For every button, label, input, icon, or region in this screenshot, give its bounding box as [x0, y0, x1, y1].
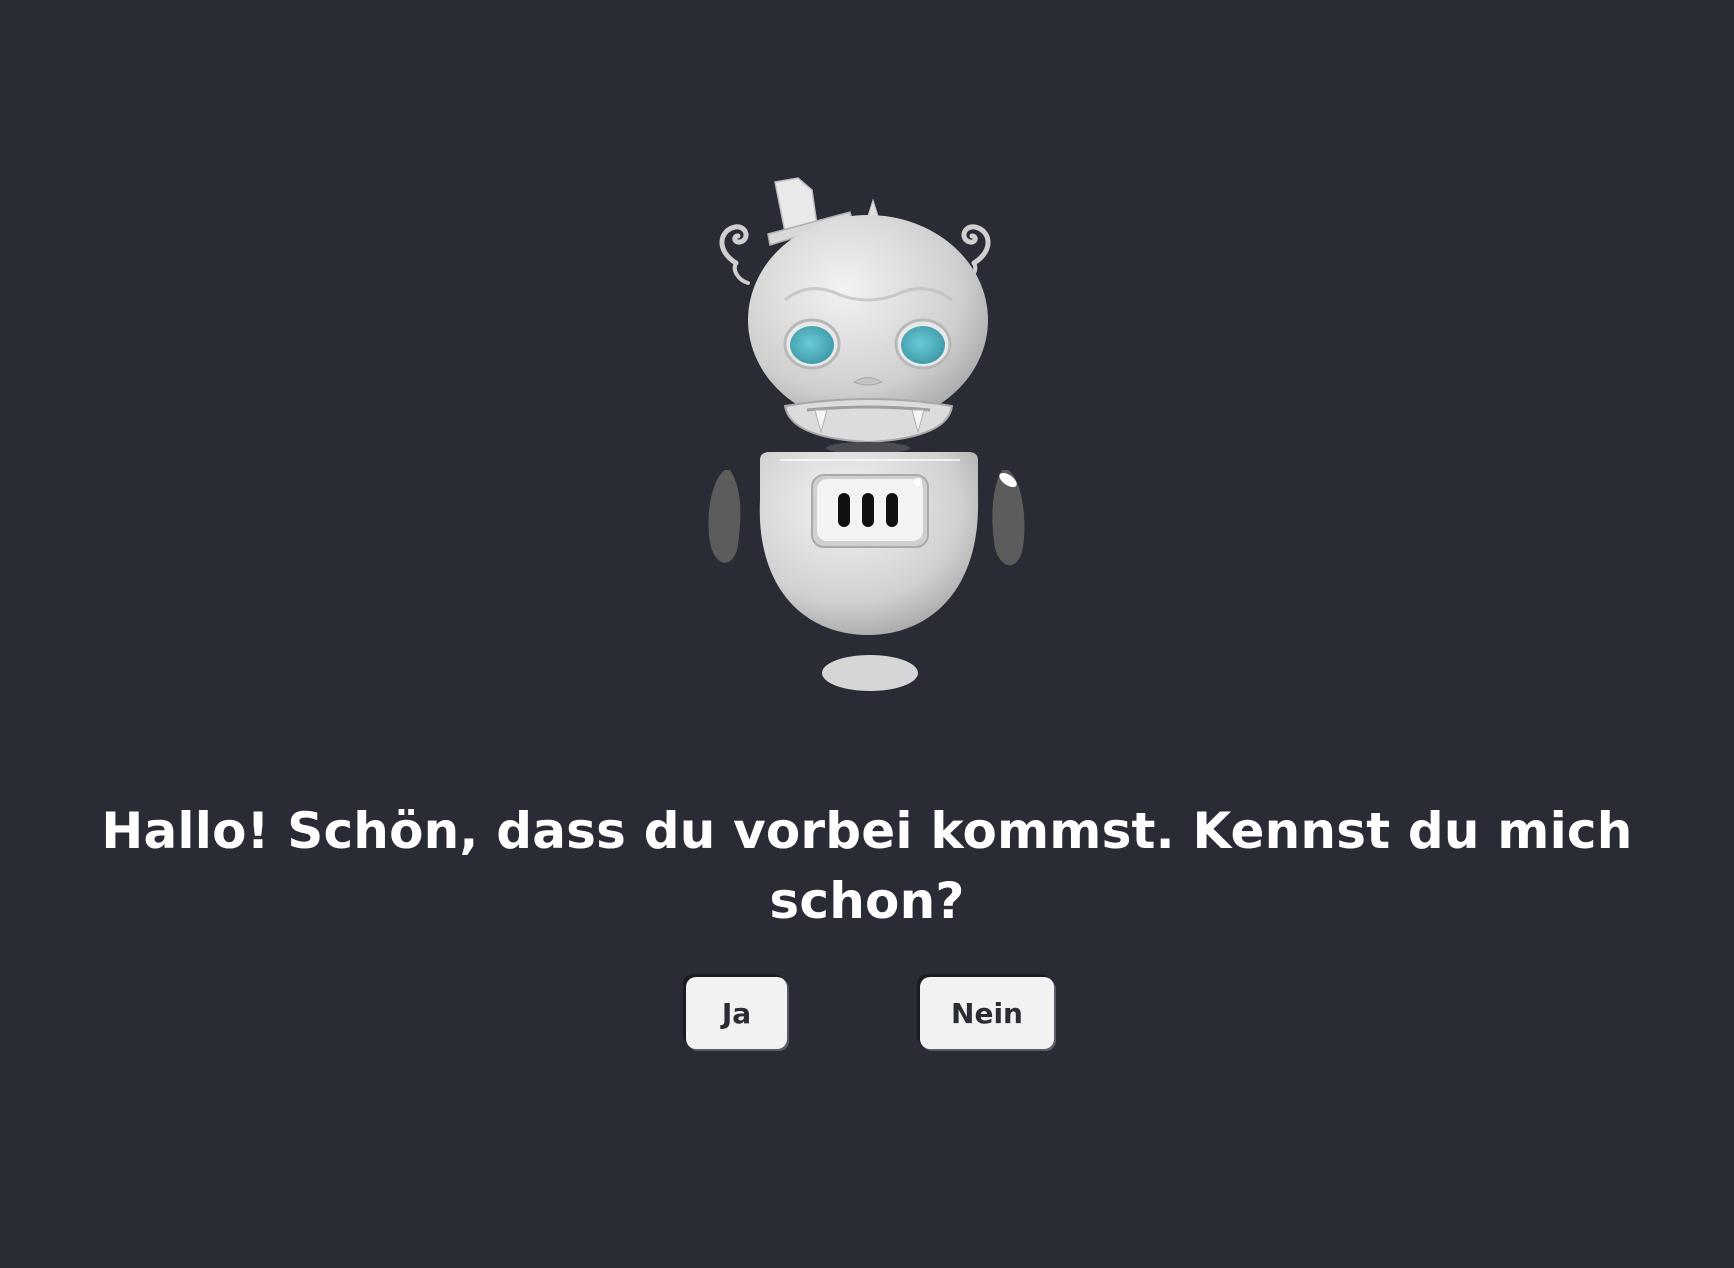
- no-button[interactable]: Nein: [920, 977, 1054, 1049]
- robot-hover-base: [822, 655, 918, 691]
- robot-head: [748, 215, 988, 425]
- robot-arm-left-icon: [708, 470, 741, 563]
- robot-mascot: [690, 170, 1050, 700]
- robot-chest-display-icon: [811, 474, 929, 548]
- robot-mouth-icon: [783, 398, 954, 444]
- robot-eye-right-icon: [894, 318, 952, 370]
- robot-eye-left-icon: [783, 318, 841, 370]
- greeting-message: Hallo! Schön, dass du vorbei kommst. Ken…: [101, 802, 1633, 930]
- yes-button[interactable]: Ja: [686, 977, 787, 1049]
- robot-mascot-icon: [708, 177, 1025, 691]
- robot-horn-left-icon: [719, 224, 750, 285]
